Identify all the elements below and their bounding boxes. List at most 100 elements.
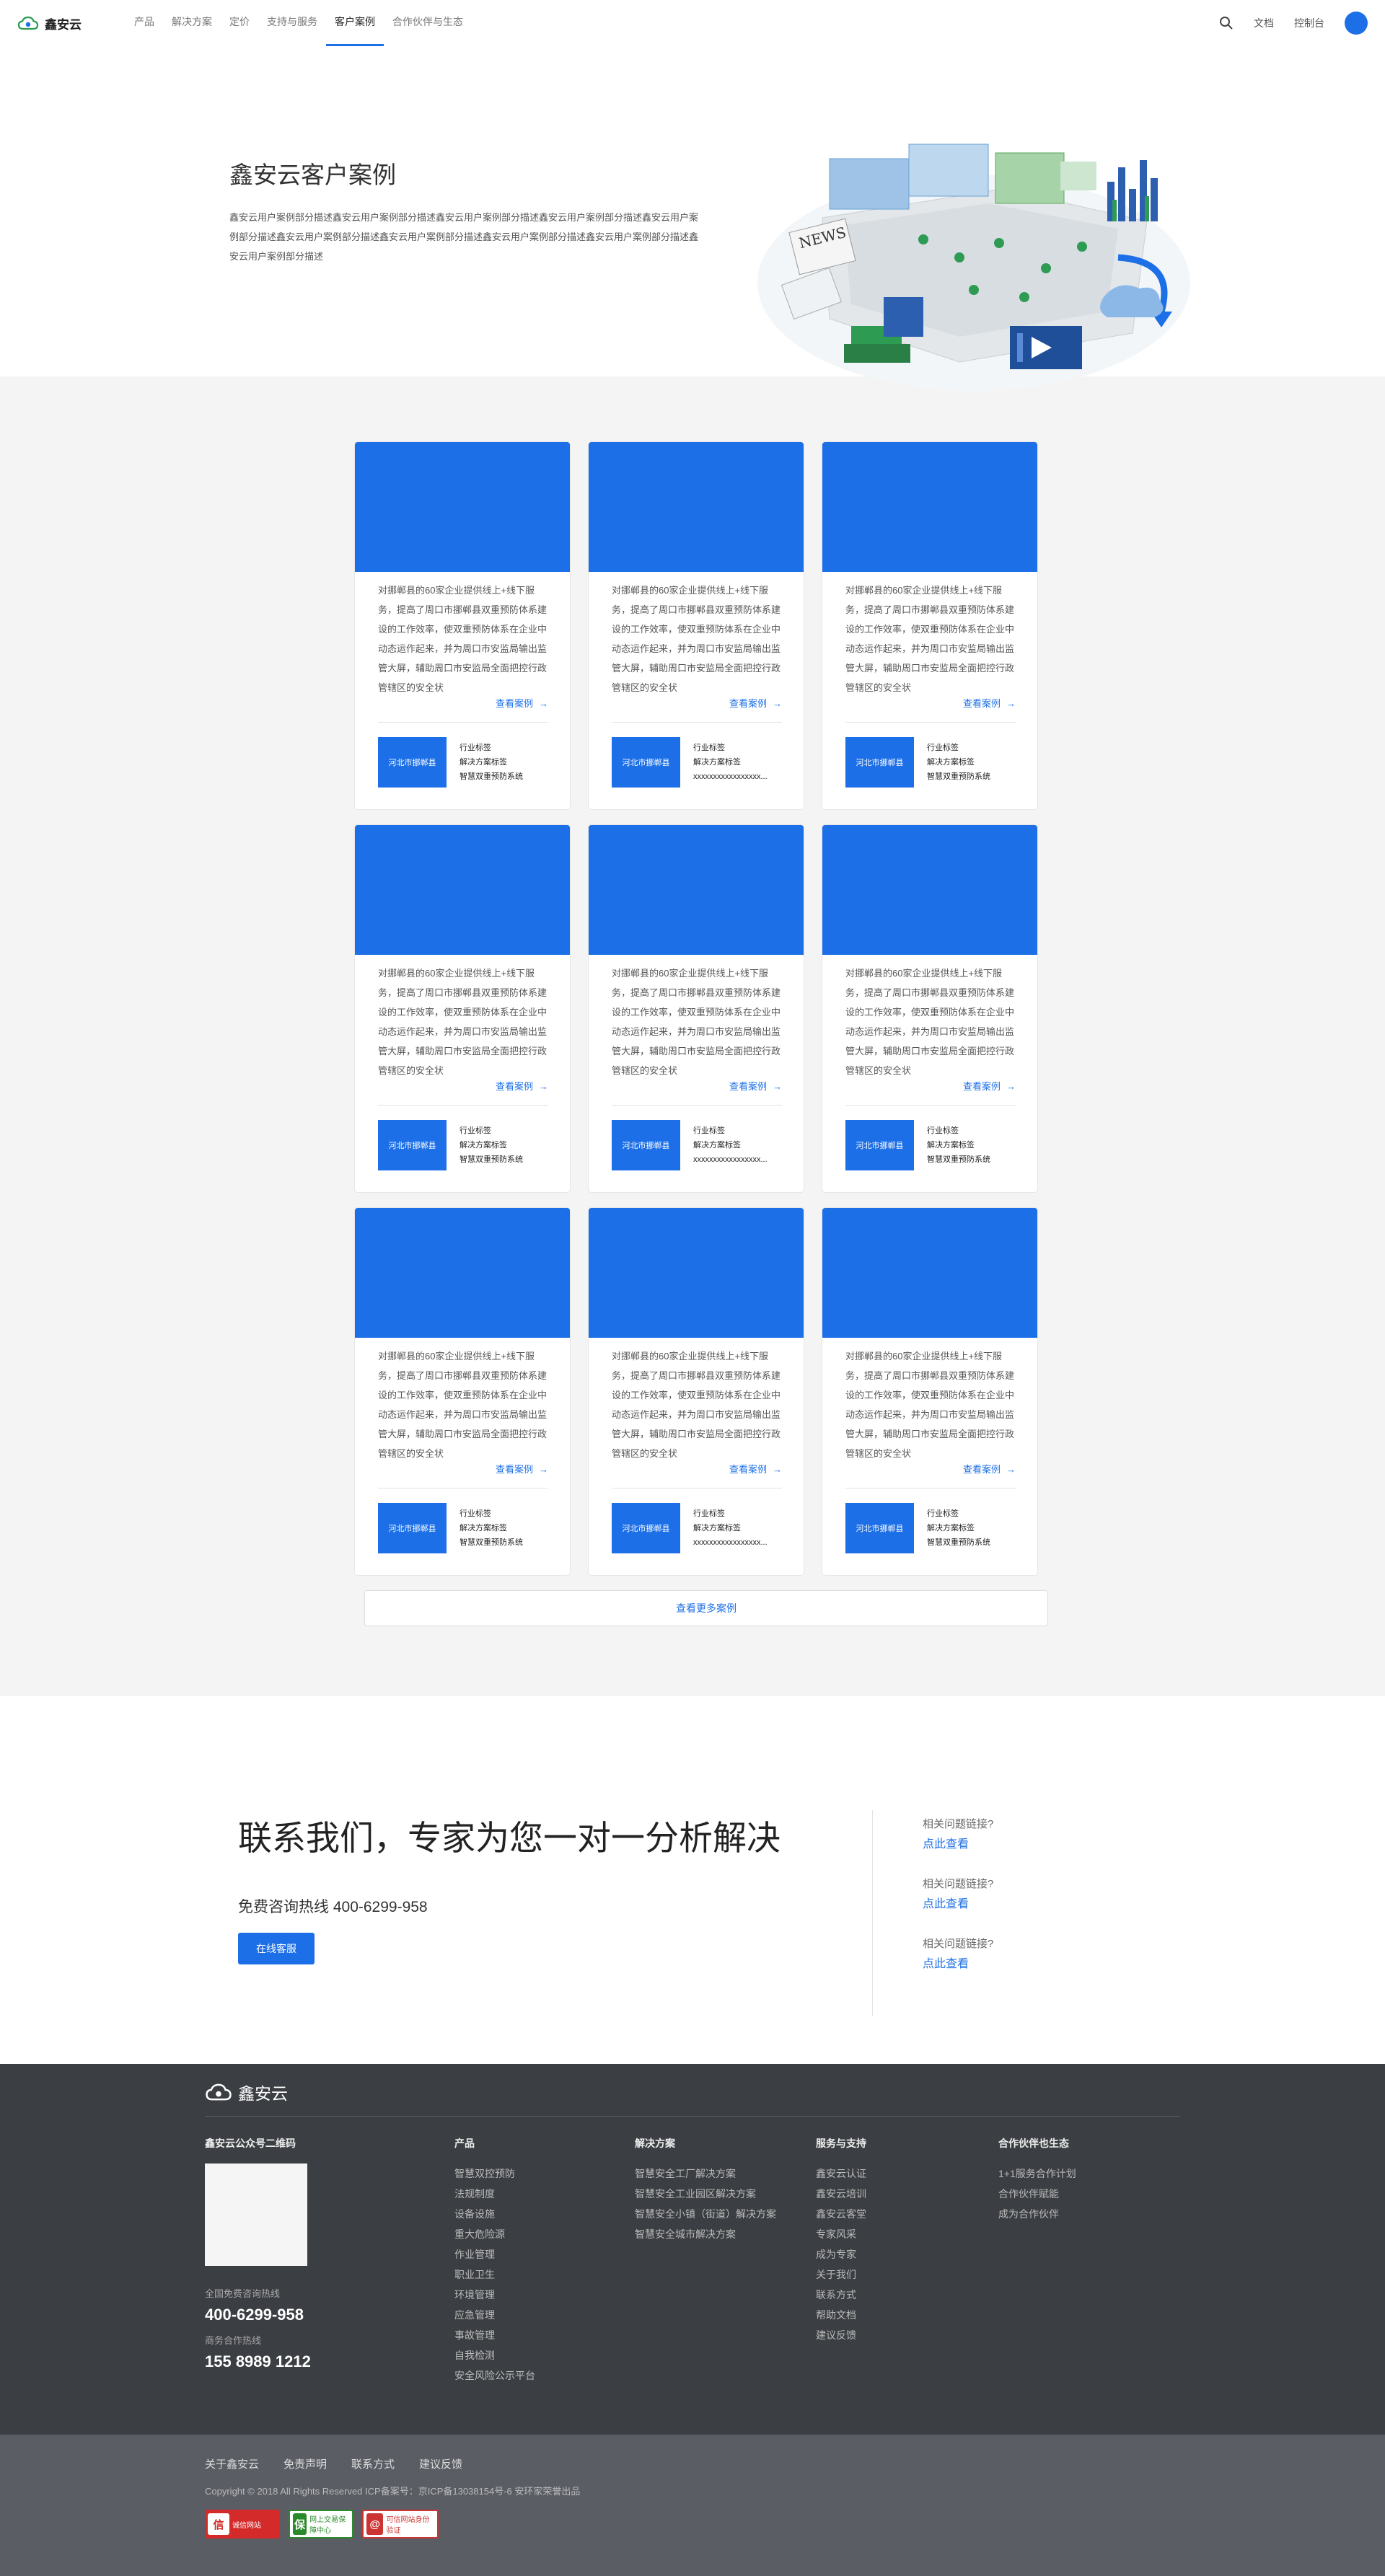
footer-link[interactable]: 环境管理 [454,2285,535,2305]
view-case-link[interactable]: 查看案例 → [612,1079,782,1100]
case-card[interactable]: 对挪郸县的60家企业提供线上+线下服务，提高了周口市挪郸县双重预防体系建设的工作… [354,441,571,810]
case-image[interactable] [355,442,570,572]
footer-link[interactable]: 安全风险公示平台 [454,2365,535,2386]
footer-link[interactable]: 关于我们 [816,2264,866,2285]
menu-item-support[interactable]: 支持与服务 [258,0,326,46]
case-tags: 行业标签 解决方案标签 智慧双重预防系统 [460,1507,523,1550]
case-card[interactable]: 对挪郸县的60家企业提供线上+线下服务，提高了周口市挪郸县双重预防体系建设的工作… [354,824,571,1193]
footer-link[interactable]: 智慧双控预防 [454,2163,535,2184]
bottom-bar: 关于鑫安云 免责声明 联系方式 建议反馈 Copyright © 2018 Al… [0,2435,1385,2576]
industry-tag: 行业标签 [927,1509,959,1518]
cases-section: 对挪郸县的60家企业提供线上+线下服务，提高了周口市挪郸县双重预防体系建设的工作… [0,376,1385,1696]
footer-link[interactable]: 联系方式 [816,2285,866,2305]
footer-link[interactable]: 设备设施 [454,2204,535,2224]
arrow-right-icon: → [773,698,782,709]
load-more-button[interactable]: 查看更多案例 [364,1590,1048,1626]
about-link[interactable]: 关于鑫安云 [205,2456,259,2471]
docs-link[interactable]: 文档 [1254,16,1274,30]
menu-item-solutions[interactable]: 解决方案 [163,0,221,46]
footer-link[interactable]: 鑫安云培训 [816,2184,866,2204]
case-card[interactable]: 对挪郸县的60家企业提供线上+线下服务，提高了周口市挪郸县双重预防体系建设的工作… [822,1207,1038,1576]
footer-column: 解决方案智慧安全工厂解决方案 智慧安全工业园区解决方案 智慧安全小镇（街道）解决方案… [635,2136,776,2244]
footer-link[interactable]: 作业管理 [454,2244,535,2264]
console-link[interactable]: 控制台 [1294,16,1324,30]
related-item: 相关问题链接? 点此查看 [923,1816,1067,1851]
footer-link[interactable]: 鑫安云认证 [816,2163,866,2184]
contact-link[interactable]: 联系方式 [351,2456,395,2471]
footer-link[interactable]: 智慧安全小镇（街道）解决方案 [635,2204,776,2224]
menu-item-products[interactable]: 产品 [126,0,163,46]
top-nav: 鑫安云 产品 解决方案 定价 支持与服务 客户案例 合作伙伴与生态 文档 控制台 [0,0,1385,46]
online-service-button[interactable]: 在线客服 [238,1933,315,1964]
footer-link[interactable]: 成为合作伙伴 [998,2204,1076,2224]
case-card[interactable]: 对挪郸县的60家企业提供线上+线下服务，提高了周口市挪郸县双重预防体系建设的工作… [822,441,1038,810]
footer-link[interactable]: 事故管理 [454,2325,535,2345]
footer-link[interactable]: 法规制度 [454,2184,535,2204]
menu-item-partners[interactable]: 合作伙伴与生态 [384,0,472,46]
case-image[interactable] [355,825,570,955]
footer-link[interactable]: 智慧安全工厂解决方案 [635,2163,776,2184]
client-badge: 河北市挪郸县 [378,1503,447,1553]
view-case-link[interactable]: 查看案例 → [378,1462,548,1483]
client-badge: 河北市挪郸县 [845,737,914,788]
case-image[interactable] [355,1208,570,1338]
nav-right: 文档 控制台 [1219,12,1368,35]
footer-link[interactable]: 智慧安全工业园区解决方案 [635,2184,776,2204]
industry-tag: 行业标签 [693,744,725,752]
view-case-link[interactable]: 查看案例 → [845,1079,1016,1100]
case-card[interactable]: 对挪郸县的60家企业提供线上+线下服务，提高了周口市挪郸县双重预防体系建设的工作… [354,1207,571,1576]
menu-item-pricing[interactable]: 定价 [221,0,258,46]
footer-link[interactable]: 合作伙伴赋能 [998,2184,1076,2204]
case-card[interactable]: 对挪郸县的60家企业提供线上+线下服务，提高了周口市挪郸县双重预防体系建设的工作… [588,441,804,810]
view-case-link[interactable]: 查看案例 → [378,1079,548,1100]
footer-column-title: 解决方案 [635,2138,675,2149]
view-case-label: 查看案例 [495,698,533,709]
footer-link[interactable]: 自我检测 [454,2345,535,2365]
case-image[interactable] [589,825,804,955]
case-image[interactable] [822,825,1037,955]
view-case-link[interactable]: 查看案例 → [845,696,1016,718]
footer-link[interactable]: 应急管理 [454,2305,535,2325]
case-card[interactable]: 对挪郸县的60家企业提供线上+线下服务，提高了周口市挪郸县双重预防体系建设的工作… [822,824,1038,1193]
related-question: 相关问题链接? [923,1878,994,1890]
footer-link[interactable]: 智慧安全城市解决方案 [635,2224,776,2244]
trust-badge[interactable]: @ 可信网站身份验证 [362,2510,439,2538]
trust-badge[interactable]: 信 诚信网站 [205,2510,280,2538]
disclaimer-link[interactable]: 免责声明 [283,2456,327,2471]
case-image[interactable] [822,442,1037,572]
footer-link[interactable]: 建议反馈 [816,2325,866,2345]
case-description: 对挪郸县的60家企业提供线上+线下服务，提高了周口市挪郸县双重预防体系建设的工作… [845,968,1015,1076]
footer-link[interactable]: 1+1服务合作计划 [998,2163,1076,2184]
logo[interactable]: 鑫安云 [17,14,126,32]
footer-link[interactable]: 帮助文档 [816,2305,866,2325]
footer-link[interactable]: 职业卫生 [454,2264,535,2285]
case-footer: 河北市挪郸县 行业标签 解决方案标签 xxxxxxxxxxxxxxxxx... [612,1503,782,1553]
footer-logo[interactable]: 鑫安云 [205,2080,288,2104]
case-tags: 行业标签 解决方案标签 xxxxxxxxxxxxxxxxx... [693,741,768,784]
view-case-link[interactable]: 查看案例 → [378,696,548,718]
trust-badge[interactable]: 保 网上交易保障中心 [289,2510,353,2538]
related-link[interactable]: 点此查看 [923,1894,1067,1911]
avatar[interactable] [1345,12,1368,35]
view-case-link[interactable]: 查看案例 → [845,1462,1016,1483]
feedback-link[interactable]: 建议反馈 [419,2456,462,2471]
hotline-label: 全国免费咨询热线 [205,2288,281,2299]
footer-link[interactable]: 专家风采 [816,2224,866,2244]
view-case-link[interactable]: 查看案例 → [612,1462,782,1483]
case-tags: 行业标签 解决方案标签 xxxxxxxxxxxxxxxxx... [693,1124,768,1167]
related-link[interactable]: 点此查看 [923,1834,1067,1851]
footer-link[interactable]: 成为专家 [816,2244,866,2264]
menu-item-cases[interactable]: 客户案例 [326,0,384,46]
case-image[interactable] [822,1208,1037,1338]
case-image[interactable] [589,442,804,572]
view-case-link[interactable]: 查看案例 → [612,696,782,718]
qr-title: 鑫安云公众号二维码 [205,2138,296,2149]
related-link[interactable]: 点此查看 [923,1954,1067,1971]
footer-link[interactable]: 鑫安云客堂 [816,2204,866,2224]
search-icon[interactable] [1219,16,1234,30]
footer-link[interactable]: 重大危险源 [454,2224,535,2244]
case-card[interactable]: 对挪郸县的60家企业提供线上+线下服务，提高了周口市挪郸县双重预防体系建设的工作… [588,1207,804,1576]
footer-qr-column: 鑫安云公众号二维码 全国免费咨询热线 400-6299-958 商务合作热线 1… [205,2136,311,2380]
case-image[interactable] [589,1208,804,1338]
case-card[interactable]: 对挪郸县的60家企业提供线上+线下服务，提高了周口市挪郸县双重预防体系建设的工作… [588,824,804,1193]
